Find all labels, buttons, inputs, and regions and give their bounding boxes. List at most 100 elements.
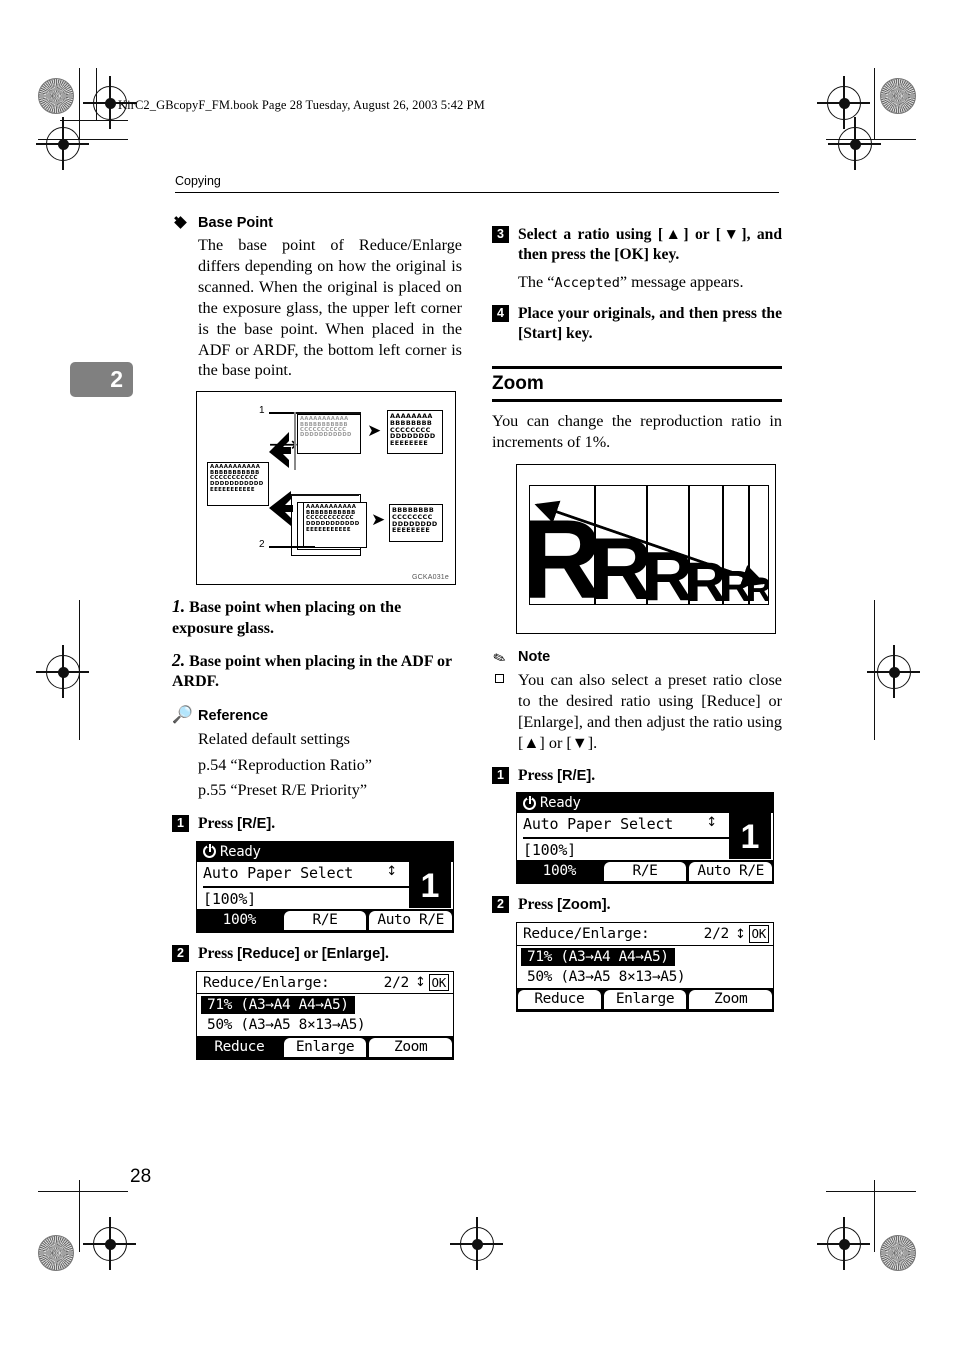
registration-mark-bottom-center [450,1217,503,1270]
registration-mark-left-middle [36,645,89,698]
right-lcd2-item-71[interactable]: 71% (A3→A4 A4→A5) [521,948,675,967]
left-lcd-ready-panel: Ready Auto Paper Select ↕ [100%] 1 100% … [196,840,454,933]
softkey-re[interactable]: R/E [603,862,687,882]
left-step-1-text-before: Press [198,814,238,832]
left-lcd2-title: Reduce/Enlarge: [203,974,330,991]
softkey-reduce[interactable]: Reduce [198,1038,281,1058]
figure-caption-1-text: Base point when placing on the exposure … [172,599,402,637]
left-lcd2-item-50[interactable]: 50% (A3→A5 8×13→A5) [201,1016,371,1034]
left-step-1-text-after: . [271,814,276,832]
right-step-2-text-before: Press [518,896,558,914]
figure-adf-rail-top [291,494,359,496]
reference-line-2: p.54 “Reproduction Ratio” [198,755,372,774]
crop-line-tl-h1 [38,139,128,141]
right-lcd2-softkey-bar: Reduce Enlarge Zoom [517,988,773,1012]
note-heading-label: Note [518,649,551,666]
halftone-circle-top-right [880,78,916,114]
left-step-2-number: 2 [172,944,189,962]
right-step-4: 4 Place your originals, and then press t… [492,304,782,344]
softkey-re[interactable]: R/E [283,910,367,930]
left-lcd2-item-71[interactable]: 71% (A3→A4 A4→A5) [201,996,355,1015]
left-lcd2-ok-button[interactable]: OK [428,973,449,992]
left-lcd-copy-count: 1 [409,861,451,908]
halftone-circle-bottom-right [880,1235,916,1271]
right-step-3-result-after: ” message appears. [619,272,744,291]
registration-mark-top-right-inner [817,76,870,129]
base-point-heading-label: Base Point [198,215,273,231]
figure-caption-2: 2. Base point when placing in the ADF or… [172,649,462,693]
softkey-enlarge[interactable]: Enlarge [603,990,687,1010]
right-step-3-result: The “Accepted” message appears. [492,272,782,293]
zoom-direction-arrow-icon [534,501,766,588]
softkey-reduce[interactable]: Reduce [518,990,601,1010]
right-step-3: 3 Select a ratio using [▲] or [▼], and t… [492,225,782,265]
power-ready-icon [203,843,216,859]
left-step-2-text-mid: or [299,944,322,962]
softkey-auto-re[interactable]: Auto R/E [689,862,773,882]
base-point-body: The base point of Reduce/Enlarge differs… [198,236,462,380]
right-lcd2-row-2: 50% (A3→A5 8×13→A5) [517,966,773,985]
figure-scan-top-sheet: AAAAAAAAAAA BBBBBBBBBBB CCCCCCCCCCC DDDDDDD… [297,414,361,455]
right-lcd2-ok-button[interactable]: OK [748,925,769,944]
left-lcd2-item-list: 71% (A3→A4 A4→A5) 50% (A3→A5 8×13→A5) [197,994,453,1036]
right-lcd2-item-50[interactable]: 50% (A3→A5 8×13→A5) [521,968,691,986]
left-step-2-text-before: Press [198,944,238,962]
right-step-2: 2 Press [Zoom]. [492,895,782,915]
left-step-1: 1 Press [R/E]. [172,814,462,834]
figure-arrow-right-top-icon: ➤ [367,421,382,442]
figure-output-top-sheet: AAAAAAAA BBBBBBBB CCCCCCCC DDDDDDDD EEEEEEEE [387,410,443,455]
registration-mark-top-right-outer [828,117,881,170]
figure-glass-edge-top [293,412,361,414]
right-step-3-text: Select a ratio using [▲] or [▼], and the… [518,226,782,263]
left-step-1-key: [R/E] [237,815,272,832]
right-step-2-number: 2 [492,896,509,914]
figure-callout-1: 1 [259,405,265,417]
right-lcd2-row-1: 71% (A3→A4 A4→A5) [517,946,773,967]
softkey-zoom[interactable]: Zoom [369,1038,453,1058]
right-step-2-key: [Zoom] [557,897,607,914]
base-point-heading: Base Point [172,214,462,232]
note-heading: ✎ Note [490,648,782,670]
softkey-100-percent[interactable]: 100% [198,910,281,930]
right-step-3-result-before: The “ [518,272,555,291]
softkey-auto-re[interactable]: Auto R/E [369,910,453,930]
right-step-1: 1 Press [R/E]. [492,766,782,786]
left-step-2: 2 Press [Reduce] or [Enlarge]. [172,944,462,964]
right-lcd-status-bar: Ready [517,793,773,814]
figure-scan-bottom-sheet: AAAAAAAAAAA BBBBBBBBBBB CCCCCCCCCCC DDDDDDD… [303,502,367,549]
right-step-1-text-after: . [591,766,596,784]
updown-arrows-icon: ↕ [706,815,717,831]
left-lcd-paper-label: Auto Paper Select [203,863,354,882]
left-lcd2-softkey-bar: Reduce Enlarge Zoom [197,1036,453,1060]
left-step-2-key-enlarge: [Enlarge] [321,945,386,962]
right-lcd-reduce-enlarge-panel: Reduce/Enlarge: 2/2 ↕ OK 71% (A3→A4 A4→A… [516,922,774,1013]
left-lcd-status-label: Ready [220,843,261,860]
registration-mark-right-middle [867,645,920,698]
right-step-3-result-message: Accepted [554,274,620,291]
zoom-rule-bottom [492,399,782,402]
registration-mark-bottom-left [83,1217,136,1270]
softkey-enlarge[interactable]: Enlarge [283,1038,367,1058]
left-lcd-softkey-bar: 100% R/E Auto R/E [197,908,453,932]
crop-line-tl-v1 [79,68,81,140]
crop-line-left-mid [79,600,81,740]
softkey-100-percent[interactable]: 100% [518,862,601,882]
reference-heading-label: Reference [198,707,269,724]
crop-line-tr-h1 [826,139,916,141]
right-lcd-status-label: Ready [540,795,581,812]
softkey-zoom[interactable]: Zoom [689,990,773,1010]
pencil-note-icon: ✎ [490,648,509,670]
note-bullet-text: You can also select a preset ratio close… [518,671,782,753]
left-lcd-status-bar: Ready [197,841,453,862]
zoom-section-heading: Zoom [492,365,782,402]
figure-source-sheet: AAAAAAAAAAA BBBBBBBBBBB CCCCCCCCCCC DDDDDDD… [207,462,269,507]
right-lcd2-page-indicator: 2/2 [703,926,730,943]
right-lcd2-header: Reduce/Enlarge: 2/2 ↕ OK [517,923,773,947]
right-step-1-text-before: Press [518,766,558,784]
crop-line-tr-v1 [874,68,876,140]
right-step-4-number: 4 [492,304,509,322]
page-number: 28 [130,1166,152,1187]
right-lcd2-updown-icon: ↕ [734,926,746,942]
zoom-section-body: You can change the reproduction ratio in… [492,411,782,451]
left-step-2-key-reduce: [Reduce] [237,945,300,962]
